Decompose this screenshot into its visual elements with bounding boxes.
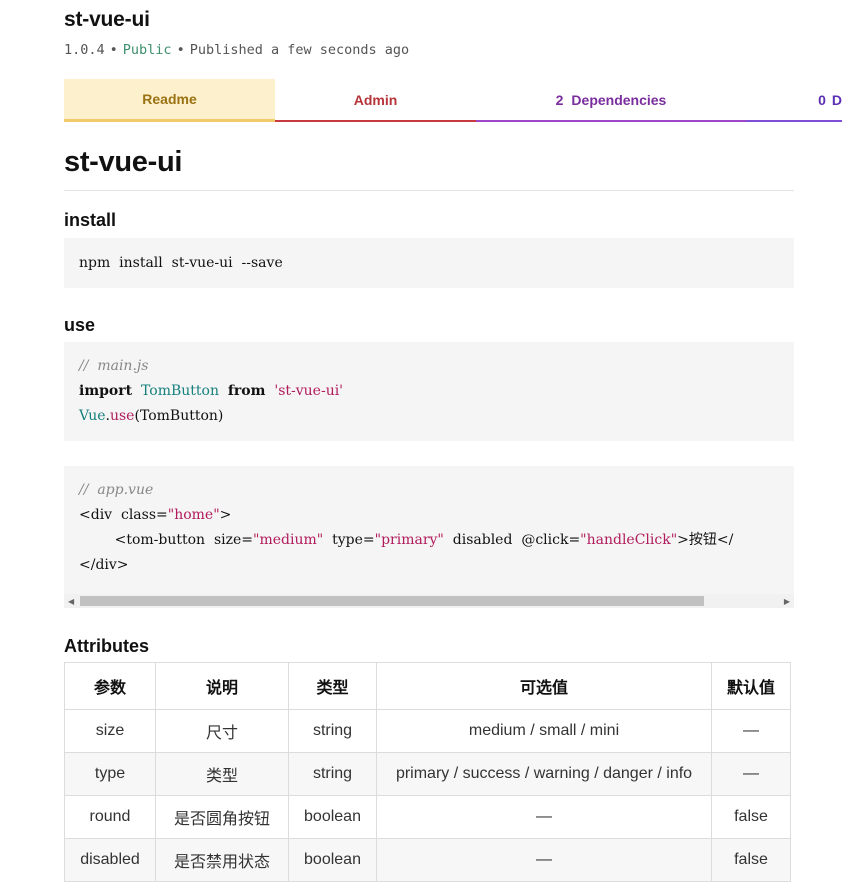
code-tag: <div class= [79, 507, 168, 523]
table-header: 说明 [155, 662, 289, 710]
app-vue-code-block[interactable]: // app.vue <div class="home"> <tom-butto… [64, 466, 794, 594]
table-cell: 尺寸 [155, 709, 289, 753]
table-cell: false [711, 838, 791, 882]
table-cell: type [64, 752, 156, 796]
tab-admin[interactable]: Admin [275, 79, 476, 122]
code-attr: disabled @click= [443, 532, 581, 548]
table-cell: 类型 [155, 752, 289, 796]
visibility-badge: Public [122, 42, 172, 58]
tab-dependencies[interactable]: 2 Dependencies [476, 79, 746, 122]
install-command: npm install st-vue-ui --save [79, 255, 283, 271]
package-tabs: Readme Admin 2 Dependencies 0D [64, 79, 842, 122]
use-heading: use [64, 315, 96, 335]
table-cell: — [376, 795, 712, 839]
code-args: (TomButton) [134, 408, 224, 424]
package-name: st-vue-ui [64, 8, 150, 31]
code-comment: // main.js [79, 358, 149, 374]
publish-time: Published a few seconds ago [189, 42, 410, 58]
package-version: 1.0.4 [64, 42, 105, 58]
code-string: "primary" [374, 532, 444, 548]
table-cell: boolean [288, 838, 377, 882]
attributes-table: 参数 说明 类型 可选值 默认值 size 尺寸 string medium /… [64, 662, 791, 882]
table-cell: string [288, 709, 377, 753]
table-cell: boolean [288, 795, 377, 839]
scroll-right-arrow-icon[interactable]: ▶ [784, 597, 790, 606]
code-tag: > [219, 507, 232, 523]
code-string: "home" [167, 507, 220, 523]
code-string: "handleClick" [580, 532, 678, 548]
table-cell: — [376, 838, 712, 882]
table-cell: medium / small / mini [376, 709, 712, 753]
code-identifier: Vue [79, 408, 106, 424]
code-keyword: import [79, 383, 133, 399]
table-cell: — [711, 752, 791, 796]
meta-separator: • [176, 42, 185, 58]
attributes-heading: Attributes [64, 636, 149, 656]
table-cell: disabled [64, 838, 156, 882]
table-cell: string [288, 752, 377, 796]
code-keyword: from [227, 383, 266, 399]
table-cell: round [64, 795, 156, 839]
readme-title: st-vue-ui [64, 146, 183, 178]
table-cell: 是否禁用状态 [155, 838, 289, 882]
title-divider [64, 190, 794, 191]
code-tag: >按钮</ [677, 532, 734, 548]
table-cell: size [64, 709, 156, 753]
code-string: "medium" [253, 532, 324, 548]
main-js-code-block: // main.js import TomButton from 'st-vue… [64, 342, 794, 441]
scroll-thumb[interactable] [80, 596, 704, 606]
table-row: round 是否圆角按钮 boolean — false [64, 795, 791, 839]
table-header: 默认值 [711, 662, 791, 710]
scroll-left-arrow-icon[interactable]: ◀ [68, 597, 74, 606]
install-code-block: npm install st-vue-ui --save [64, 238, 794, 288]
package-meta: 1.0.4 • Public • Published a few seconds ago [64, 42, 409, 58]
code-identifier: TomButton [141, 383, 219, 399]
dependents-count: 0 [818, 91, 826, 108]
table-cell: primary / success / warning / danger / i… [376, 752, 712, 796]
code-tag: </div> [79, 557, 129, 573]
table-cell: — [711, 709, 791, 753]
code-tag: <tom-button size= [114, 532, 254, 548]
table-header-row: 参数 说明 类型 可选值 默认值 [64, 662, 791, 710]
table-row: size 尺寸 string medium / small / mini — [64, 709, 791, 753]
table-cell: false [711, 795, 791, 839]
tab-admin-label: Admin [353, 91, 398, 108]
code-function: use [109, 408, 135, 424]
tab-dependents-label: D [831, 91, 842, 108]
code-string: 'st-vue-ui' [274, 383, 344, 399]
dependencies-count: 2 [555, 91, 564, 108]
code-comment: // app.vue [79, 482, 154, 498]
table-header: 类型 [288, 662, 377, 710]
tab-dependencies-label: Dependencies [571, 91, 667, 108]
table-header: 可选值 [376, 662, 712, 710]
tab-readme[interactable]: Readme [64, 79, 275, 122]
install-heading: install [64, 210, 117, 230]
table-header: 参数 [64, 662, 156, 710]
meta-separator: • [109, 42, 118, 58]
tab-dependents[interactable]: 0D [746, 79, 842, 122]
tab-readme-label: Readme [142, 91, 197, 107]
code-horizontal-scrollbar[interactable]: ◀ ▶ [64, 594, 794, 608]
table-row: disabled 是否禁用状态 boolean — false [64, 838, 791, 882]
table-row: type 类型 string primary / success / warni… [64, 752, 791, 796]
table-cell: 是否圆角按钮 [155, 795, 289, 839]
code-attr: type= [323, 532, 375, 548]
